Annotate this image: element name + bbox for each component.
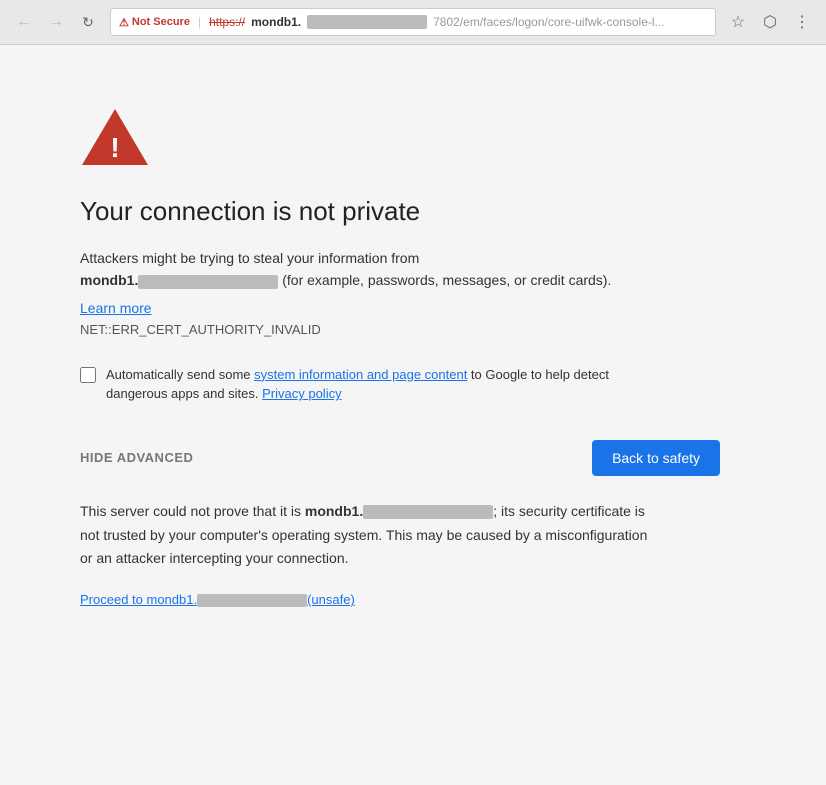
proceed-text: Proceed to mondb1. [80, 592, 197, 607]
refresh-button[interactable]: ↻ [74, 8, 102, 36]
checkbox-text1: Automatically send some [106, 367, 254, 382]
proceed-redacted [197, 594, 307, 607]
checkbox-label: Automatically send some system informati… [106, 365, 660, 404]
description-line2: (for example, passwords, messages, or cr… [282, 272, 611, 288]
menu-button[interactable]: ⋮ [788, 8, 816, 36]
page-content: ! Your connection is not private Attacke… [0, 45, 826, 785]
back-button[interactable]: ← [10, 8, 38, 36]
browser-toolbar: ← → ↻ ⚠ Not Secure | https:// mondb1. 780… [0, 0, 826, 44]
description-line1: Attackers might be trying to steal your … [80, 250, 419, 266]
url-path: 7802/em/faces/logon/core-uifwk-console-l… [433, 15, 664, 29]
send-info-checkbox[interactable] [80, 367, 96, 383]
description: Attackers might be trying to steal your … [80, 247, 660, 292]
nav-buttons: ← → ↻ [10, 8, 102, 36]
back-to-safety-button[interactable]: Back to safety [592, 440, 720, 476]
url-redacted [307, 15, 427, 29]
warning-triangle-icon: ⚠ [119, 16, 129, 29]
url-https: https:// [209, 15, 245, 29]
page-title: Your connection is not private [80, 196, 746, 227]
security-warning: ⚠ Not Secure [119, 16, 190, 29]
advanced-site-name: mondb1. [305, 503, 363, 519]
warning-icon: ! [80, 105, 150, 167]
bookmark-button[interactable]: ☆ [724, 8, 752, 36]
site-name-redacted [138, 275, 278, 289]
url-host: mondb1. [251, 15, 301, 29]
system-info-link[interactable]: system information and page content [254, 367, 467, 382]
forward-button[interactable]: → [42, 8, 70, 36]
privacy-policy-link[interactable]: Privacy policy [262, 386, 341, 401]
proceed-suffix: (unsafe) [307, 592, 355, 607]
learn-more-link[interactable]: Learn more [80, 300, 746, 316]
svg-text:!: ! [110, 132, 119, 163]
advanced-site-redacted [363, 505, 493, 519]
error-code: NET::ERR_CERT_AUTHORITY_INVALID [80, 322, 746, 337]
site-name: mondb1. [80, 272, 138, 288]
toolbar-actions: ☆ ⬡ ⋮ [724, 8, 816, 36]
address-bar[interactable]: ⚠ Not Secure | https:// mondb1. 7802/em/f… [110, 8, 716, 36]
not-secure-label: Not Secure [132, 16, 190, 28]
checkbox-section: Automatically send some system informati… [80, 365, 660, 404]
browser-chrome: ← → ↻ ⚠ Not Secure | https:// mondb1. 780… [0, 0, 826, 45]
extensions-button[interactable]: ⬡ [756, 8, 784, 36]
advanced-bar: HIDE ADVANCED Back to safety [80, 440, 720, 476]
proceed-link[interactable]: Proceed to mondb1. (unsafe) [80, 592, 355, 607]
advanced-description: This server could not prove that it is m… [80, 500, 660, 571]
url-separator: | [198, 15, 201, 29]
hide-advanced-button[interactable]: HIDE ADVANCED [80, 450, 193, 465]
advanced-text1: This server could not prove that it is [80, 503, 305, 519]
